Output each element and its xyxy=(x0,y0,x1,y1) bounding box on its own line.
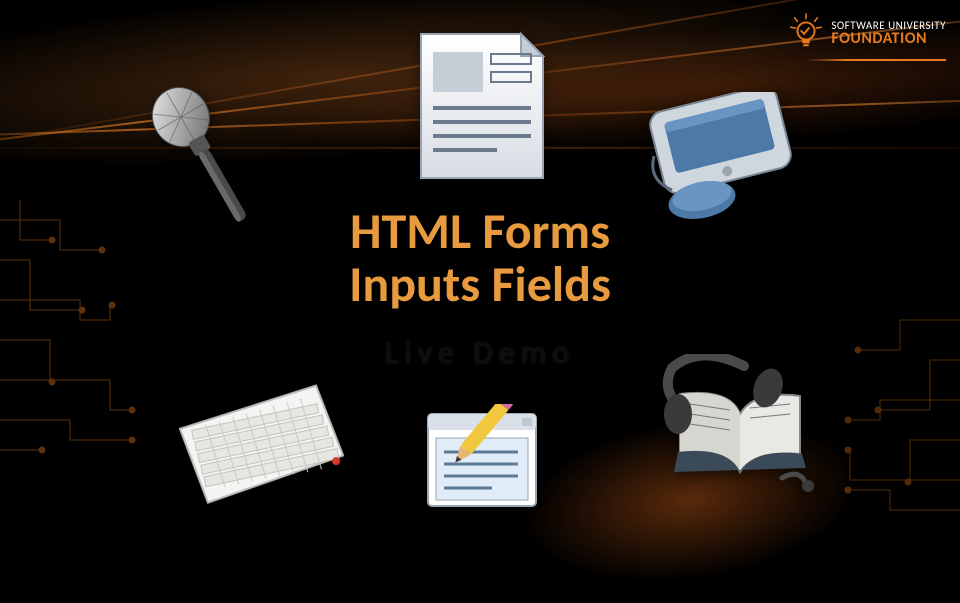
pda-with-mouse-icon xyxy=(630,92,810,222)
logo-foundation: SOFTWARE UNIVERSITY FOUNDATION xyxy=(787,12,946,55)
form-page-icon xyxy=(407,26,557,186)
slide-title-block: HTML Forms Inputs Fields Live Demo xyxy=(349,206,611,372)
slide-subtitle: Live Demo xyxy=(349,333,611,372)
logo-line2: FOUNDATION xyxy=(831,31,946,47)
lightbulb-idea-icon xyxy=(787,12,825,55)
open-book-with-headphones-icon xyxy=(650,354,820,504)
text-edit-window-icon xyxy=(422,404,542,512)
slide-title-line2: Inputs Fields xyxy=(349,259,611,312)
slide-title-line1: HTML Forms xyxy=(349,206,611,259)
